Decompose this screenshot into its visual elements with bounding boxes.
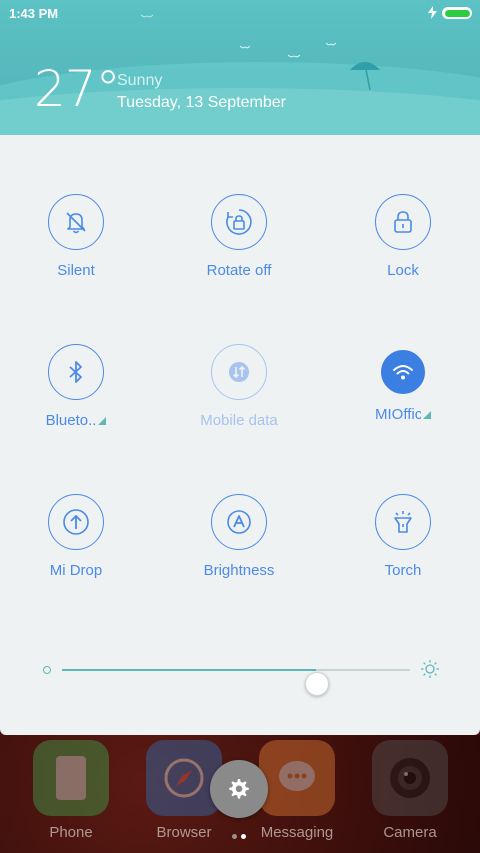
toggle-label: Brightness [203, 562, 275, 579]
mi-drop-icon [48, 494, 104, 550]
mobile-data-icon [211, 344, 267, 400]
toggle-mobile-data[interactable]: Mobile data [159, 344, 319, 429]
weather-condition: Sunny [117, 72, 163, 89]
quick-settings-panel: Silent Rotate off Lock Blueto.. Mobile d… [0, 135, 480, 735]
toggle-label: Mobile data [200, 412, 278, 429]
page-indicator [232, 826, 250, 844]
toggle-label: Rotate off [206, 262, 272, 279]
expand-triangle-icon [423, 411, 431, 419]
rotate-lock-icon [211, 194, 267, 250]
bluetooth-icon [48, 344, 104, 400]
toggle-torch[interactable]: Torch [323, 494, 480, 579]
weather-header[interactable]: 1:43 PM 27° Sunny Tuesday, 13 September [0, 0, 480, 135]
temperature: 27° [34, 60, 121, 118]
toggle-lock[interactable]: Lock [323, 194, 480, 279]
toggle-label: Blueto.. [0, 412, 156, 429]
expand-triangle-icon [98, 417, 107, 425]
phone-app-icon [33, 740, 109, 816]
app-label: Messaging [260, 824, 334, 841]
bird-icon [288, 54, 300, 58]
bell-off-icon [48, 194, 104, 250]
app-label: Camera [383, 824, 437, 841]
toggle-silent[interactable]: Silent [0, 194, 156, 279]
slider-track[interactable] [62, 669, 410, 696]
toggle-label: Silent [57, 262, 95, 279]
toggle-label: Lock [387, 262, 419, 279]
gear-icon [229, 779, 249, 799]
bird-icon [326, 42, 336, 46]
beach-umbrella-icon [350, 62, 380, 91]
toggle-brightness[interactable]: Brightness [159, 494, 319, 579]
app-messaging[interactable]: Messaging [258, 740, 336, 841]
app-label: Browser [156, 824, 212, 841]
brightness-max-icon [421, 660, 439, 678]
weather-date: Tuesday, 13 September [117, 94, 286, 111]
app-camera[interactable]: Camera [371, 740, 449, 841]
toggle-label: Torch [384, 562, 422, 579]
battery-icon [442, 7, 472, 19]
toggle-bluetooth[interactable]: Blueto.. [0, 344, 156, 429]
charging-icon [428, 6, 437, 19]
browser-compass-icon [146, 740, 222, 816]
slider-thumb[interactable] [305, 672, 330, 696]
torch-icon [375, 494, 431, 550]
page-dot-active [241, 834, 246, 839]
app-phone[interactable]: Phone [32, 740, 110, 841]
slider-fill [62, 669, 317, 671]
page-dot [232, 834, 237, 839]
bird-icon [240, 45, 250, 49]
lock-icon [375, 194, 431, 250]
status-time: 1:43 PM [9, 6, 59, 21]
messaging-icon [259, 740, 335, 816]
wifi-icon [381, 350, 425, 394]
toggle-wifi[interactable]: MIOffice [323, 344, 480, 423]
toggle-mi-drop[interactable]: Mi Drop [0, 494, 156, 579]
brightness-slider[interactable] [40, 655, 440, 696]
auto-brightness-icon [211, 494, 267, 550]
toggle-rotate[interactable]: Rotate off [159, 194, 319, 279]
toggle-label: MIOffice [323, 406, 480, 423]
status-bar: 1:43 PM [0, 0, 480, 28]
toggle-label: Mi Drop [49, 562, 103, 579]
brightness-min-icon [43, 666, 51, 674]
app-label: Phone [49, 824, 93, 841]
settings-button[interactable] [210, 760, 268, 818]
camera-lens-icon [372, 740, 448, 816]
